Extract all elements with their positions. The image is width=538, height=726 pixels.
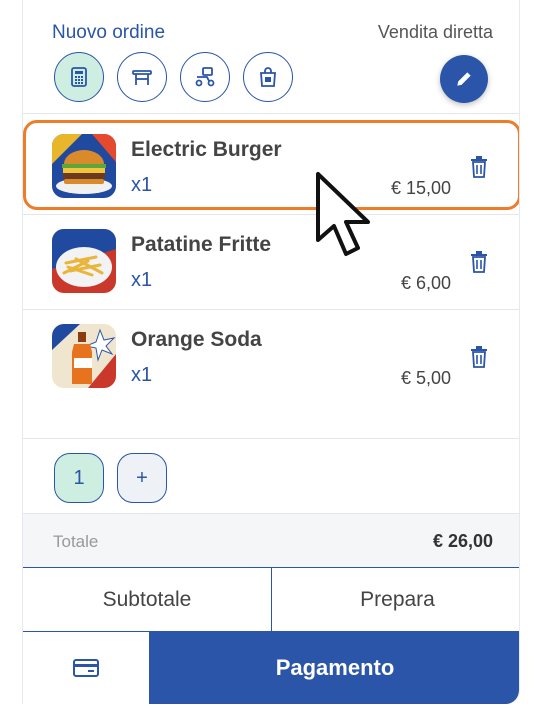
trash-icon[interactable] bbox=[469, 156, 489, 178]
payment-row: Pagamento bbox=[23, 632, 519, 704]
item-quantity[interactable]: x1 bbox=[131, 364, 152, 387]
sale-mode-label[interactable]: Vendita diretta bbox=[378, 22, 493, 43]
prepare-button[interactable]: Prepara bbox=[273, 568, 519, 631]
order-panel: Nuovo ordine Vendita diretta Electric Bu… bbox=[22, 0, 520, 704]
guest-counter-row: 1 + bbox=[23, 438, 519, 514]
trash-icon[interactable] bbox=[469, 251, 489, 273]
soda-image bbox=[52, 324, 116, 388]
takeaway-mode-button[interactable] bbox=[243, 52, 293, 102]
table-mode-button[interactable] bbox=[117, 52, 167, 102]
item-quantity[interactable]: x1 bbox=[131, 269, 152, 292]
guest-count-button[interactable]: 1 bbox=[54, 453, 104, 503]
trash-icon[interactable] bbox=[469, 346, 489, 368]
table-icon bbox=[132, 70, 152, 85]
item-name: Electric Burger bbox=[131, 138, 282, 161]
action-row: Subtotale Prepara bbox=[23, 568, 519, 632]
credit-card-icon bbox=[73, 659, 99, 677]
burger-image bbox=[52, 134, 116, 198]
order-item-orange-soda[interactable]: Orange Soda x1 € 5,00 bbox=[23, 310, 519, 438]
payment-button[interactable]: Pagamento bbox=[149, 632, 519, 704]
edit-button[interactable] bbox=[440, 55, 488, 103]
register-mode-button[interactable] bbox=[54, 52, 104, 102]
new-order-title[interactable]: Nuovo ordine bbox=[52, 22, 165, 44]
item-price: € 5,00 bbox=[400, 368, 451, 388]
pencil-icon bbox=[457, 72, 471, 86]
mouse-cursor-icon bbox=[316, 172, 370, 256]
item-price: € 6,00 bbox=[400, 273, 451, 293]
item-price: € 15,00 bbox=[390, 178, 451, 198]
add-guest-button[interactable]: + bbox=[117, 453, 167, 503]
card-payment-button[interactable] bbox=[23, 632, 149, 704]
item-name: Orange Soda bbox=[131, 328, 262, 351]
register-icon bbox=[71, 67, 87, 87]
totals-row: Totale € 26,00 bbox=[23, 514, 519, 568]
order-item-patatine-fritte[interactable]: Patatine Fritte x1 € 6,00 bbox=[23, 215, 519, 310]
order-header: Nuovo ordine Vendita diretta bbox=[23, 0, 519, 114]
total-label: Totale bbox=[53, 532, 99, 551]
order-item-electric-burger[interactable]: Electric Burger x1 € 15,00 bbox=[23, 120, 519, 215]
total-value: € 26,00 bbox=[432, 531, 493, 551]
fries-image bbox=[52, 229, 116, 293]
item-quantity[interactable]: x1 bbox=[131, 174, 152, 197]
subtotal-button[interactable]: Subtotale bbox=[23, 568, 272, 631]
delivery-mode-button[interactable] bbox=[180, 52, 230, 102]
delivery-icon bbox=[195, 67, 215, 87]
item-name: Patatine Fritte bbox=[131, 233, 272, 256]
takeaway-bag-icon bbox=[260, 67, 276, 87]
